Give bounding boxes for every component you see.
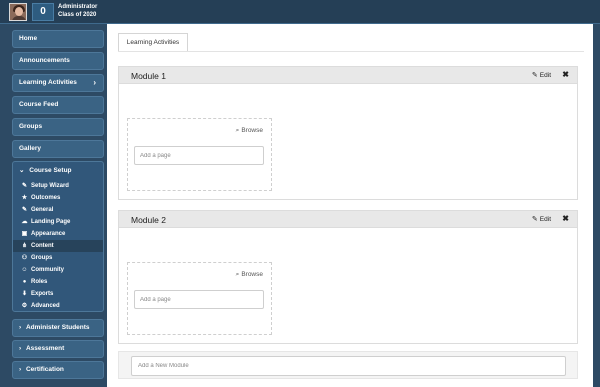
tab-divider — [118, 51, 584, 52]
top-bar: 0 Administrator Class of 2020 — [0, 0, 600, 24]
course-setup-toggle[interactable]: ⌄ Course Setup — [19, 166, 72, 174]
cloud-icon: ☁ — [21, 219, 28, 225]
sidebar-item-setup-groups[interactable]: ⚇ Groups — [13, 252, 103, 264]
chevron-right-icon: › — [19, 366, 22, 373]
edit-icon: ✎ — [531, 72, 538, 79]
module-title: Module 1 — [131, 71, 166, 81]
edit-module-button[interactable]: ✎ Edit — [532, 215, 551, 223]
users-icon: ⚇ — [21, 255, 28, 261]
search-icon: ⌕ — [235, 127, 240, 134]
sidebar-item-community[interactable]: ☺ Community — [13, 264, 103, 276]
sidebar-item-label: Exports — [31, 291, 54, 297]
user-avatar[interactable] — [9, 3, 27, 21]
sidebar: Home Announcements Learning Activities ›… — [0, 24, 107, 387]
main-content: Learning Activities Module 1 ✎ Edit ✖ ⌕ Br… — [107, 24, 593, 387]
sidebar-item-gallery[interactable]: Gallery — [12, 140, 104, 158]
sidebar-item-label: Appearance — [31, 231, 66, 237]
sidebar-item-label: Groups — [31, 255, 53, 261]
close-icon[interactable]: ✖ — [562, 70, 569, 79]
sidebar-item-certification[interactable]: › Certification — [12, 361, 104, 379]
sidebar-item-label: Assessment — [25, 345, 65, 352]
notification-count[interactable]: 0 — [32, 3, 54, 21]
sidebar-item-label: Outcomes — [31, 195, 61, 201]
image-icon: ▣ — [21, 231, 28, 237]
module-header: Module 1 ✎ Edit ✖ — [119, 67, 577, 84]
sidebar-item-appearance[interactable]: ▣ Appearance — [13, 228, 103, 240]
add-page-input[interactable] — [134, 290, 264, 309]
module-card: Module 1 ✎ Edit ✖ ⌕ Browse — [118, 66, 578, 200]
sidebar-item-label: Announcements — [19, 57, 70, 64]
sidebar-item-label: General — [31, 207, 54, 213]
chevron-right-icon: › — [19, 324, 22, 331]
sidebar-item-home[interactable]: Home — [12, 30, 104, 48]
chevron-right-icon: › — [19, 345, 22, 352]
sidebar-item-label: Course Feed — [19, 101, 59, 108]
chevron-down-icon: ⌄ — [19, 167, 25, 174]
sidebar-item-label: Community — [31, 267, 64, 273]
user-icon: ● — [22, 279, 27, 285]
chevron-right-icon: › — [93, 78, 96, 87]
add-page-input[interactable] — [134, 146, 264, 165]
smile-icon: ☺ — [21, 267, 28, 273]
search-icon: ⌕ — [235, 271, 240, 278]
sidebar-item-administer-students[interactable]: › Administer Students — [12, 319, 104, 337]
close-icon[interactable]: ✖ — [562, 214, 569, 223]
user-class: Class of 2020 — [58, 12, 97, 18]
sidebar-item-advanced[interactable]: ⚙ Advanced — [13, 300, 103, 312]
sidebar-item-content[interactable]: ⋔ Content — [13, 240, 103, 252]
browse-label: Browse — [241, 271, 263, 278]
magic-wand-icon: ✎ — [21, 183, 28, 189]
sidebar-item-label: Administer Students — [25, 324, 90, 331]
module-card: Module 2 ✎ Edit ✖ ⌕ Browse — [118, 210, 578, 344]
sidebar-item-roles[interactable]: ● Roles — [13, 276, 103, 288]
module-header: Module 2 ✎ Edit ✖ — [119, 211, 577, 228]
sidebar-item-outcomes[interactable]: ★ Outcomes — [13, 192, 103, 204]
edit-module-button[interactable]: ✎ Edit — [532, 71, 551, 79]
sidebar-item-label: Landing Page — [31, 219, 71, 225]
tab-learning-activities[interactable]: Learning Activities — [118, 33, 188, 52]
avatar-body — [12, 16, 26, 20]
edit-icon: ✎ — [531, 216, 538, 223]
cogs-icon: ⚙ — [21, 303, 28, 309]
course-setup-label: Course Setup — [29, 167, 72, 174]
sidebar-item-label: Gallery — [19, 145, 42, 152]
browse-button[interactable]: ⌕ Browse — [236, 271, 263, 279]
sidebar-item-general[interactable]: ✎ General — [13, 204, 103, 216]
sidebar-item-label: Roles — [31, 279, 48, 285]
edit-icon: ✎ — [21, 207, 28, 213]
new-module-bar — [118, 351, 578, 379]
edit-label: Edit — [539, 72, 551, 79]
sidebar-item-learning-activities[interactable]: Learning Activities › — [12, 74, 104, 92]
page-drop-zone[interactable]: ⌕ Browse — [127, 118, 272, 191]
sidebar-item-groups[interactable]: Groups — [12, 118, 104, 136]
sidebar-item-setup-wizard[interactable]: ✎ Setup Wizard — [13, 180, 103, 192]
sidebar-item-landing-page[interactable]: ☁ Landing Page — [13, 216, 103, 228]
page-drop-zone[interactable]: ⌕ Browse — [127, 262, 272, 335]
sidebar-item-label: Home — [19, 35, 38, 42]
add-module-input[interactable] — [131, 356, 566, 376]
user-role: Administrator — [58, 4, 98, 10]
avatar-face — [15, 7, 23, 16]
sidebar-item-label: Learning Activities — [19, 79, 77, 86]
sidebar-item-course-feed[interactable]: Course Feed — [12, 96, 104, 114]
star-icon: ★ — [21, 195, 28, 201]
browse-label: Browse — [241, 127, 263, 134]
sidebar-item-label: Certification — [25, 366, 64, 373]
sitemap-icon: ⋔ — [21, 243, 28, 249]
sidebar-item-announcements[interactable]: Announcements — [12, 52, 104, 70]
course-setup-panel: ⌄ Course Setup ✎ Setup Wizard ★ Outcomes… — [12, 161, 104, 312]
sidebar-item-label: Setup Wizard — [31, 183, 69, 189]
edit-label: Edit — [539, 216, 551, 223]
page-border — [593, 24, 600, 387]
sidebar-item-exports[interactable]: ⬇ Exports — [13, 288, 103, 300]
sidebar-item-assessment[interactable]: › Assessment — [12, 340, 104, 358]
sidebar-item-label: Groups — [19, 123, 43, 130]
sidebar-item-label: Content — [31, 243, 54, 249]
download-icon: ⬇ — [21, 291, 28, 297]
browse-button[interactable]: ⌕ Browse — [236, 127, 263, 135]
module-title: Module 2 — [131, 215, 166, 225]
sidebar-item-label: Advanced — [31, 303, 60, 309]
